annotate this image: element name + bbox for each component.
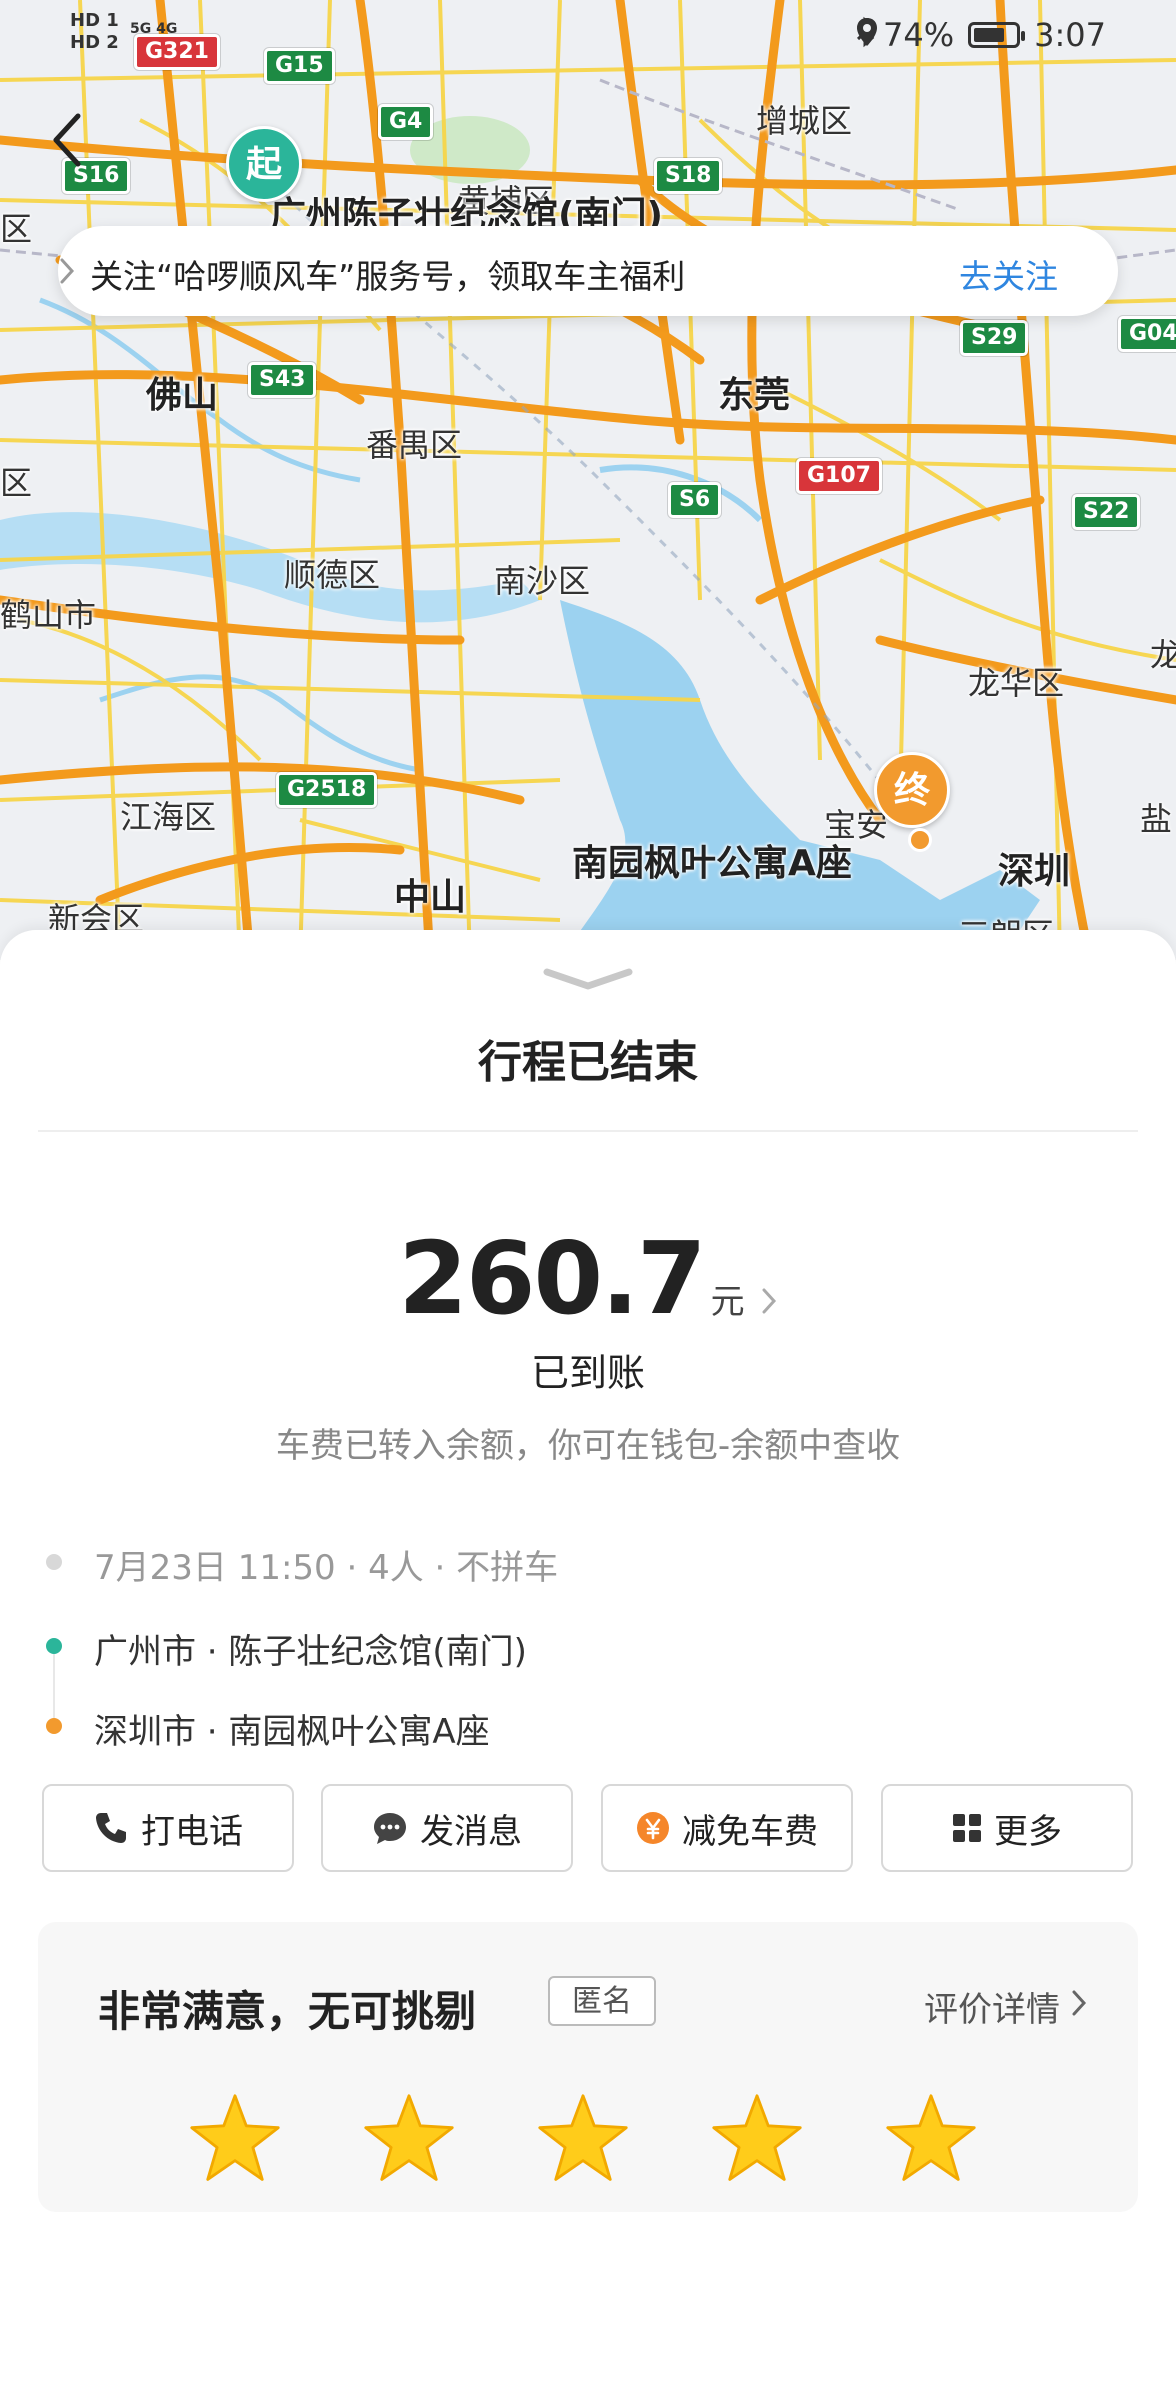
status-bar: HD 1 HD 2 5G 4G 74% 3:07 [0,0,1176,72]
grid-icon [953,1814,981,1842]
network-label: 5G 4G [130,21,178,37]
fare-note: 车费已转入余额，你可在钱包-余额中查收 [275,1426,901,1466]
status-right: 74% 3:07 [855,16,1106,54]
message-button-label: 发消息 [420,1811,522,1852]
map-label-edge-long: 龙 [1150,636,1176,674]
map-label-zhongshan: 中山 [394,877,467,918]
sheet-collapse-handle[interactable] [543,964,633,994]
message-button[interactable]: 发消息 [321,1784,573,1872]
map-label-destination: 南园枫叶公寓A座 [572,843,852,884]
rating-title: 非常满意，无可挑剔 [98,1987,477,2036]
back-button[interactable] [44,108,92,172]
destination-dot [46,1718,62,1734]
destination-marker-dot [908,828,932,852]
rating-card: 非常满意，无可挑剔 匿名 评价详情 [38,1922,1138,2212]
map-label-edge-district: 区 [0,210,33,248]
map-label-zengcheng: 增城区 [756,102,853,140]
trip-detail-sheet: 行程已结束 260.7 元 已到账 车费已转入余额，你可在钱包-余额中查收 7月2… [0,930,1176,2400]
map-label-shenzhen: 深圳 [998,851,1071,892]
map-label-nansha: 南沙区 [494,562,591,600]
fare-status: 已到账 [530,1351,645,1395]
map-label-heshan: 鹤山市 [0,596,97,634]
map-label-shunde: 顺德区 [284,556,381,594]
follow-service-banner[interactable]: 关注“哈啰顺风车”服务号，领取车主福利 去关注 [58,226,1118,316]
star-icon[interactable] [188,2092,282,2186]
chevron-down-icon [543,968,633,990]
battery-percent: 74% [883,16,955,54]
trip-origin: 广州市 · 陈子壮纪念馆(南门) [94,1632,527,1672]
waive-fare-button[interactable]: 减免车费 [601,1784,853,1872]
trip-status-title: 行程已结束 [478,1037,698,1088]
star-icon[interactable] [710,2092,804,2186]
waive-fare-button-label: 减免车费 [682,1811,818,1852]
chat-bubble-icon [374,1813,406,1844]
call-button-label: 打电话 [141,1811,243,1852]
route-connector [53,1654,55,1718]
highway-shield-s18: S18 [654,158,723,194]
clock: 3:07 [1034,16,1106,54]
more-button-label: 更多 [994,1811,1062,1852]
battery-fill [974,28,1005,42]
trip-meta: 7月23日 11:50 · 4人 · 不拼车 [94,1548,559,1588]
map-label-foshan: 佛山 [146,375,219,416]
chevron-left-icon [53,113,81,167]
yuan-coin-icon [637,1812,669,1844]
chevron-right-icon [762,1288,776,1313]
chevron-right-icon [1072,1990,1087,2016]
star-icon[interactable] [536,2092,630,2186]
highway-shield-g4: G4 [378,104,434,140]
fare-unit: 元 [710,1282,745,1322]
highway-shield-s22: S22 [1072,494,1141,530]
fare-amount: 260.7 [398,1220,706,1337]
sim-2-label: HD 2 [70,32,119,53]
highway-shield-s43: S43 [248,362,317,398]
highway-shield-s29: S29 [960,320,1029,356]
highway-shield-g107: G107 [796,458,882,494]
divider [38,1130,1138,1132]
phone-icon [96,1813,126,1843]
end-pin[interactable]: 终 [874,752,950,828]
follow-link[interactable]: 去关注 [959,250,1058,298]
battery-icon [968,22,1026,48]
call-button[interactable]: 打电话 [42,1784,294,1872]
map-label-edge-district-2: 区 [0,464,33,502]
map-label-edge-yan: 盐 [1140,800,1173,838]
star-rating [188,2092,978,2186]
star-icon[interactable] [884,2092,978,2186]
highway-shield-g04: G04 [1118,316,1176,352]
fare-amount-row[interactable]: 260.7 元 [0,1220,1176,1337]
sim-1-label: HD 1 [70,10,119,31]
map-label-panyu: 番禺区 [366,426,463,464]
map-label-dongguan: 东莞 [718,375,791,416]
origin-dot [46,1638,62,1654]
meta-dot [46,1554,62,1570]
anonymous-badge: 匿名 [548,1976,656,2026]
banner-text: 关注“哈啰顺风车”服务号，领取车主福利 [90,257,686,296]
map-label-jianghai: 江海区 [120,798,217,836]
more-button[interactable]: 更多 [881,1784,1133,1872]
rating-detail-link[interactable]: 评价详情 [924,1982,1060,2031]
chevron-right-icon [60,258,75,284]
map-label-longhua: 龙华区 [968,664,1065,702]
sim-indicator: HD 1 HD 2 [70,10,119,54]
highway-shield-s6: S6 [668,482,722,518]
start-pin[interactable]: 起 [226,126,302,202]
trip-destination: 深圳市 · 南园枫叶公寓A座 [94,1712,490,1752]
star-icon[interactable] [362,2092,456,2186]
route-map[interactable]: 增城区 黄埔区 广州陈子壮纪念馆(南门) 区 佛山 东莞 番禺区 区 顺德区 南… [0,0,1176,960]
highway-shield-g2518: G2518 [276,772,378,808]
